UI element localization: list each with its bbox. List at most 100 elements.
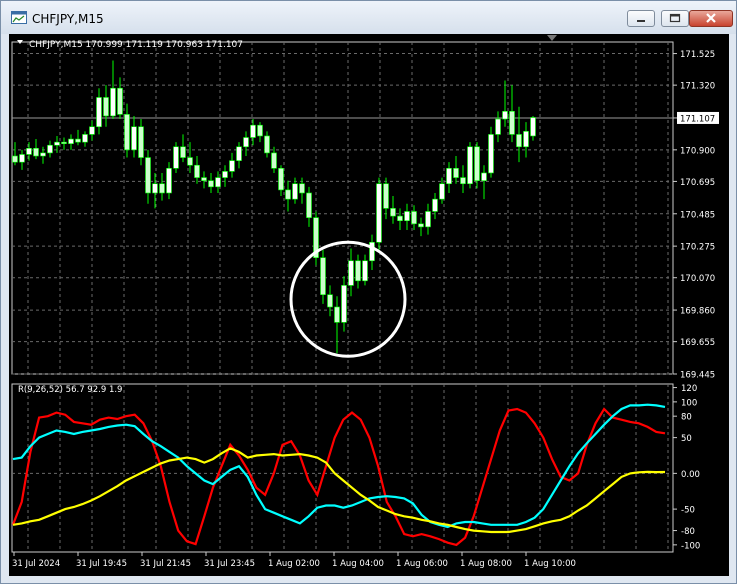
candle-body	[166, 168, 172, 194]
price-tick-label: 169.655	[680, 338, 715, 348]
candle-body	[488, 134, 494, 174]
close-button[interactable]	[689, 10, 733, 27]
candle-body	[474, 146, 480, 181]
candle-body	[446, 168, 452, 185]
candle-body	[222, 171, 228, 178]
maximize-icon	[669, 13, 681, 23]
time-tick-label: 1 Aug 06:00	[396, 559, 448, 569]
candle-body	[180, 146, 186, 158]
candle-body	[376, 183, 382, 243]
candle-body	[187, 157, 193, 166]
price-tick-label: 170.695	[680, 178, 715, 188]
candle-body	[397, 215, 403, 222]
candle-body	[299, 183, 305, 194]
price-tick-label: 171.525	[680, 50, 715, 60]
ohlc-header: CHFJPY,M15 170.999 171.119 170.963 171.1…	[29, 40, 243, 50]
minimize-button[interactable]	[627, 10, 655, 27]
close-icon	[706, 13, 716, 23]
candle-body	[306, 192, 312, 218]
candle-body	[61, 141, 67, 144]
time-tick-label: 31 Jul 23:45	[204, 559, 255, 569]
candle-body	[425, 211, 431, 228]
candle-body	[103, 97, 109, 117]
osc-tick-label: -100	[681, 541, 700, 551]
candle-body	[33, 148, 39, 157]
chart-area[interactable]: 171.525 171.320 171.107 170.900 170.695 170.4…	[9, 34, 729, 576]
candle-body	[278, 168, 284, 191]
candle-body	[12, 155, 18, 163]
candle-body	[82, 134, 88, 143]
ticks: 171.525 171.320 171.107 170.900 170.695 170.4…	[12, 50, 719, 569]
candle-body	[243, 137, 249, 148]
price-tick-label: 169.445	[680, 371, 715, 381]
current-price-label: 171.107	[680, 114, 715, 124]
candle-body	[362, 260, 368, 282]
oscillator-label: R(9,26,52) 56.7 92.9 1.9	[18, 385, 122, 395]
candle-body	[418, 223, 424, 228]
candle-body	[89, 126, 95, 135]
candle-body	[264, 135, 270, 154]
candle-body	[201, 177, 207, 181]
candles	[12, 60, 536, 354]
price-tick-label: 170.275	[680, 243, 715, 253]
oscillator-lines	[11, 403, 666, 547]
osc-tick-label: 80	[681, 413, 692, 423]
oscillator-series-2	[12, 447, 666, 534]
maximize-button[interactable]	[661, 10, 689, 27]
candle-body	[439, 183, 445, 200]
chart-window-icon	[11, 11, 27, 24]
candle-body	[481, 172, 487, 181]
price-tick-label: 170.900	[680, 146, 715, 156]
candle-body	[453, 168, 459, 178]
candle-body	[194, 164, 200, 178]
candle-body	[68, 138, 74, 144]
candle-body	[19, 154, 25, 163]
candle-body	[327, 294, 333, 308]
candle-body	[348, 260, 354, 286]
candle-body	[285, 189, 291, 200]
candle-body	[215, 177, 221, 188]
title-bar[interactable]: CHFJPY,M15	[1, 1, 736, 34]
osc-tick-label: -80	[681, 527, 695, 537]
candle-body	[467, 146, 473, 185]
candle-body	[26, 148, 32, 155]
candle-body	[411, 211, 417, 225]
oscillator-pane-border	[11, 383, 674, 553]
candle-body	[334, 306, 340, 323]
candle-body	[404, 211, 410, 222]
candle-body	[75, 138, 81, 143]
time-tick-label: 31 Jul 19:45	[76, 559, 127, 569]
window-title: CHFJPY,M15	[32, 12, 104, 26]
candle-body	[250, 124, 256, 138]
candle-body	[124, 114, 130, 151]
osc-tick-label: -50	[681, 506, 695, 516]
price-tick-label: 169.860	[680, 307, 715, 317]
candle-body	[341, 285, 347, 323]
candle-body	[530, 117, 536, 137]
candle-body	[159, 183, 165, 194]
candle-body	[502, 111, 508, 120]
shift-marker	[547, 35, 557, 41]
candle-body	[40, 152, 46, 157]
candle-body	[145, 157, 151, 194]
time-tick-label: 1 Aug 08:00	[460, 559, 512, 569]
candle-body	[516, 134, 522, 148]
candle-body	[355, 260, 361, 282]
candle-body	[117, 87, 123, 115]
candle-body	[236, 146, 242, 161]
candle-body	[152, 183, 158, 194]
candle-body	[173, 146, 179, 169]
candle-body	[110, 87, 116, 117]
candle-body	[390, 208, 396, 217]
candle-body	[138, 126, 144, 158]
candle-body	[271, 152, 277, 169]
price-tick-label: 171.320	[680, 82, 715, 92]
candle-body	[432, 198, 438, 212]
candle-body	[47, 144, 53, 154]
chart-window: CHFJPY,M15 171.525 171.320 171.107 170.900 1…	[0, 0, 737, 584]
chart-canvas[interactable]: 171.525 171.320 171.107 170.900 170.695 170.4…	[9, 34, 729, 576]
candle-body	[131, 126, 137, 151]
candle-body	[208, 180, 214, 188]
price-tick-label: 170.070	[680, 274, 715, 284]
candle-body	[96, 97, 102, 128]
